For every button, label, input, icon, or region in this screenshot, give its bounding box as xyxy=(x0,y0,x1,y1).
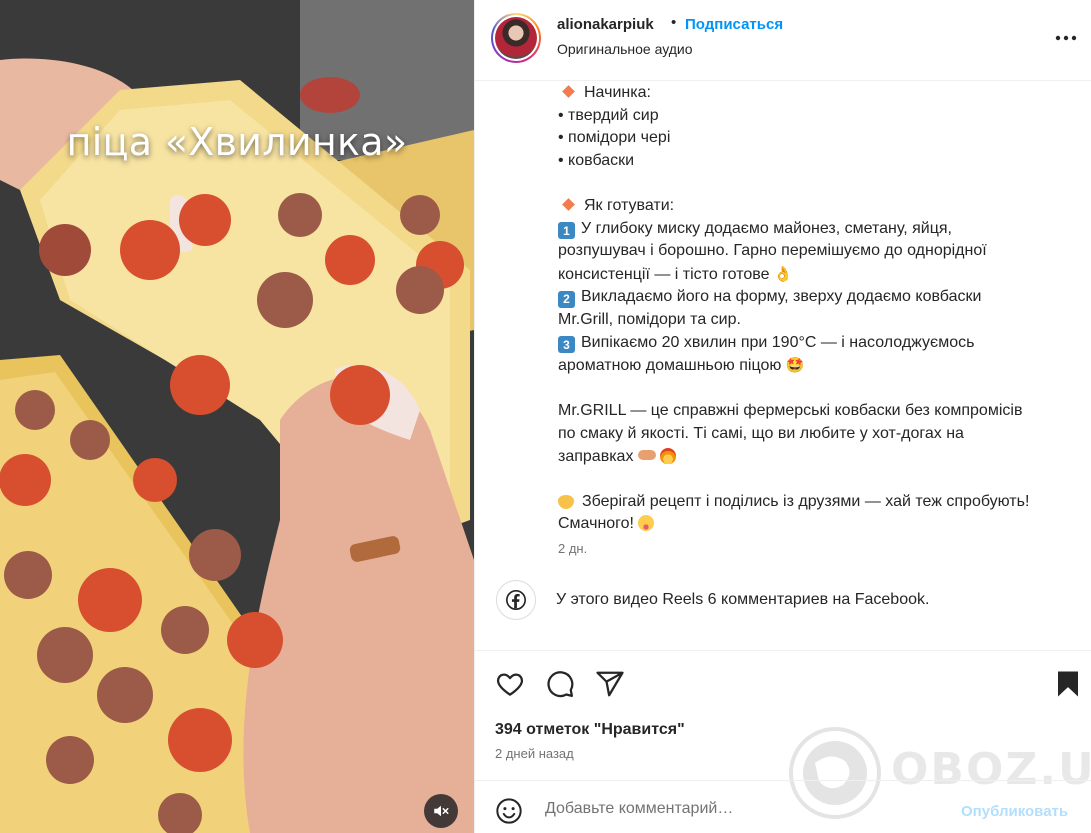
speaker-muted-icon xyxy=(434,805,449,817)
comment-bar: Опубликовать xyxy=(475,780,1091,833)
orange-diamond-icon xyxy=(562,85,575,98)
how-heading-line: Як готувати: xyxy=(558,195,1078,218)
brand-text: Mr.GRILL — це справжні фермерські ковбас… xyxy=(558,402,1023,465)
more-horizontal-icon xyxy=(1055,35,1077,41)
step-3: 3 Випікаємо 20 хвилин при 190°C — і насол… xyxy=(558,332,1078,378)
save-paragraph: Зберігай рецепт і поділись із друзями — … xyxy=(558,491,1078,536)
filling-heading: Начинка: xyxy=(584,84,651,101)
video-overlay-title: піца «Хвилинка» xyxy=(66,120,408,164)
filling-item: • помідори чері xyxy=(558,129,671,147)
keycap-2-icon: 2 xyxy=(558,291,575,309)
filling-item: • твердий сир xyxy=(558,106,659,124)
comment-icon[interactable] xyxy=(545,669,575,699)
follow-button[interactable]: Подписаться xyxy=(685,16,783,33)
orange-diamond-icon xyxy=(562,198,575,211)
comment-input[interactable] xyxy=(545,795,905,823)
filling-item: • ковбаски xyxy=(558,151,635,169)
separator-dot: • xyxy=(671,14,677,31)
post-caption: Начинка: • твердий сир • помідори чері •… xyxy=(558,82,1078,536)
filling-heading-line: Начинка: xyxy=(558,82,1078,105)
reel-video[interactable]: піца «Хвилинка» xyxy=(0,0,474,833)
facebook-icon xyxy=(506,590,526,610)
keycap-3-icon: 3 xyxy=(558,336,575,354)
save-text: Зберігай рецепт і поділись із друзями — … xyxy=(558,492,1030,533)
fire-icon xyxy=(660,447,677,464)
share-icon[interactable] xyxy=(595,669,625,699)
avatar[interactable] xyxy=(491,13,541,63)
step-1-text: У глибоку миску додаємо майонез, сметану… xyxy=(558,219,987,283)
facebook-icon-wrapper xyxy=(496,580,536,620)
hotdog-icon xyxy=(637,449,656,460)
step-2-text: Викладаємо його на форму, зверху додаємо… xyxy=(558,288,982,328)
emoji-smile-icon[interactable] xyxy=(495,797,523,825)
likes-count[interactable]: 394 отметок "Нравится" xyxy=(495,721,685,739)
step-2: 2 Викладаємо його на форму, зверху додаєм… xyxy=(558,286,1078,331)
step-1: 1У глибоку миску додаємо майонез, сметан… xyxy=(558,218,1078,287)
brand-paragraph: Mr.GRILL — це справжні фермерські ковбас… xyxy=(558,400,1078,468)
posted-ago: 2 дней назад xyxy=(495,746,574,761)
author-username[interactable]: alionakarpiuk xyxy=(557,16,654,33)
post-header: alionakarpiuk • Подписаться Оригинальное… xyxy=(475,0,1091,81)
step-3-text: Випікаємо 20 хвилин при 190°C — і насоло… xyxy=(558,333,975,375)
star-struck-icon: 🤩 xyxy=(785,356,805,375)
publish-button[interactable]: Опубликовать xyxy=(961,803,1068,820)
how-heading: Як готувати: xyxy=(584,196,675,214)
original-audio-link[interactable]: Оригинальное аудио xyxy=(557,41,693,57)
facebook-comments-row[interactable]: У этого видео Reels 6 комментариев на Fa… xyxy=(496,580,1056,620)
yum-face-icon xyxy=(638,515,655,532)
post-timestamp: 2 дн. xyxy=(558,541,588,556)
heart-icon[interactable] xyxy=(495,669,525,699)
keycap-1-icon: 1 xyxy=(558,222,575,240)
more-options-button[interactable] xyxy=(1053,26,1079,50)
ok-hand-icon: 👌 xyxy=(773,264,793,283)
bookmark-icon[interactable] xyxy=(1053,669,1083,699)
mute-toggle-button[interactable] xyxy=(424,794,458,828)
yellow-heart-icon xyxy=(558,494,574,509)
post-actions: 394 отметок "Нравится" 2 дней назад OBOZ… xyxy=(475,650,1091,819)
facebook-comments-text: У этого видео Reels 6 комментариев на Fa… xyxy=(556,591,930,608)
post-details-panel: alionakarpiuk • Подписаться Оригинальное… xyxy=(474,0,1091,833)
